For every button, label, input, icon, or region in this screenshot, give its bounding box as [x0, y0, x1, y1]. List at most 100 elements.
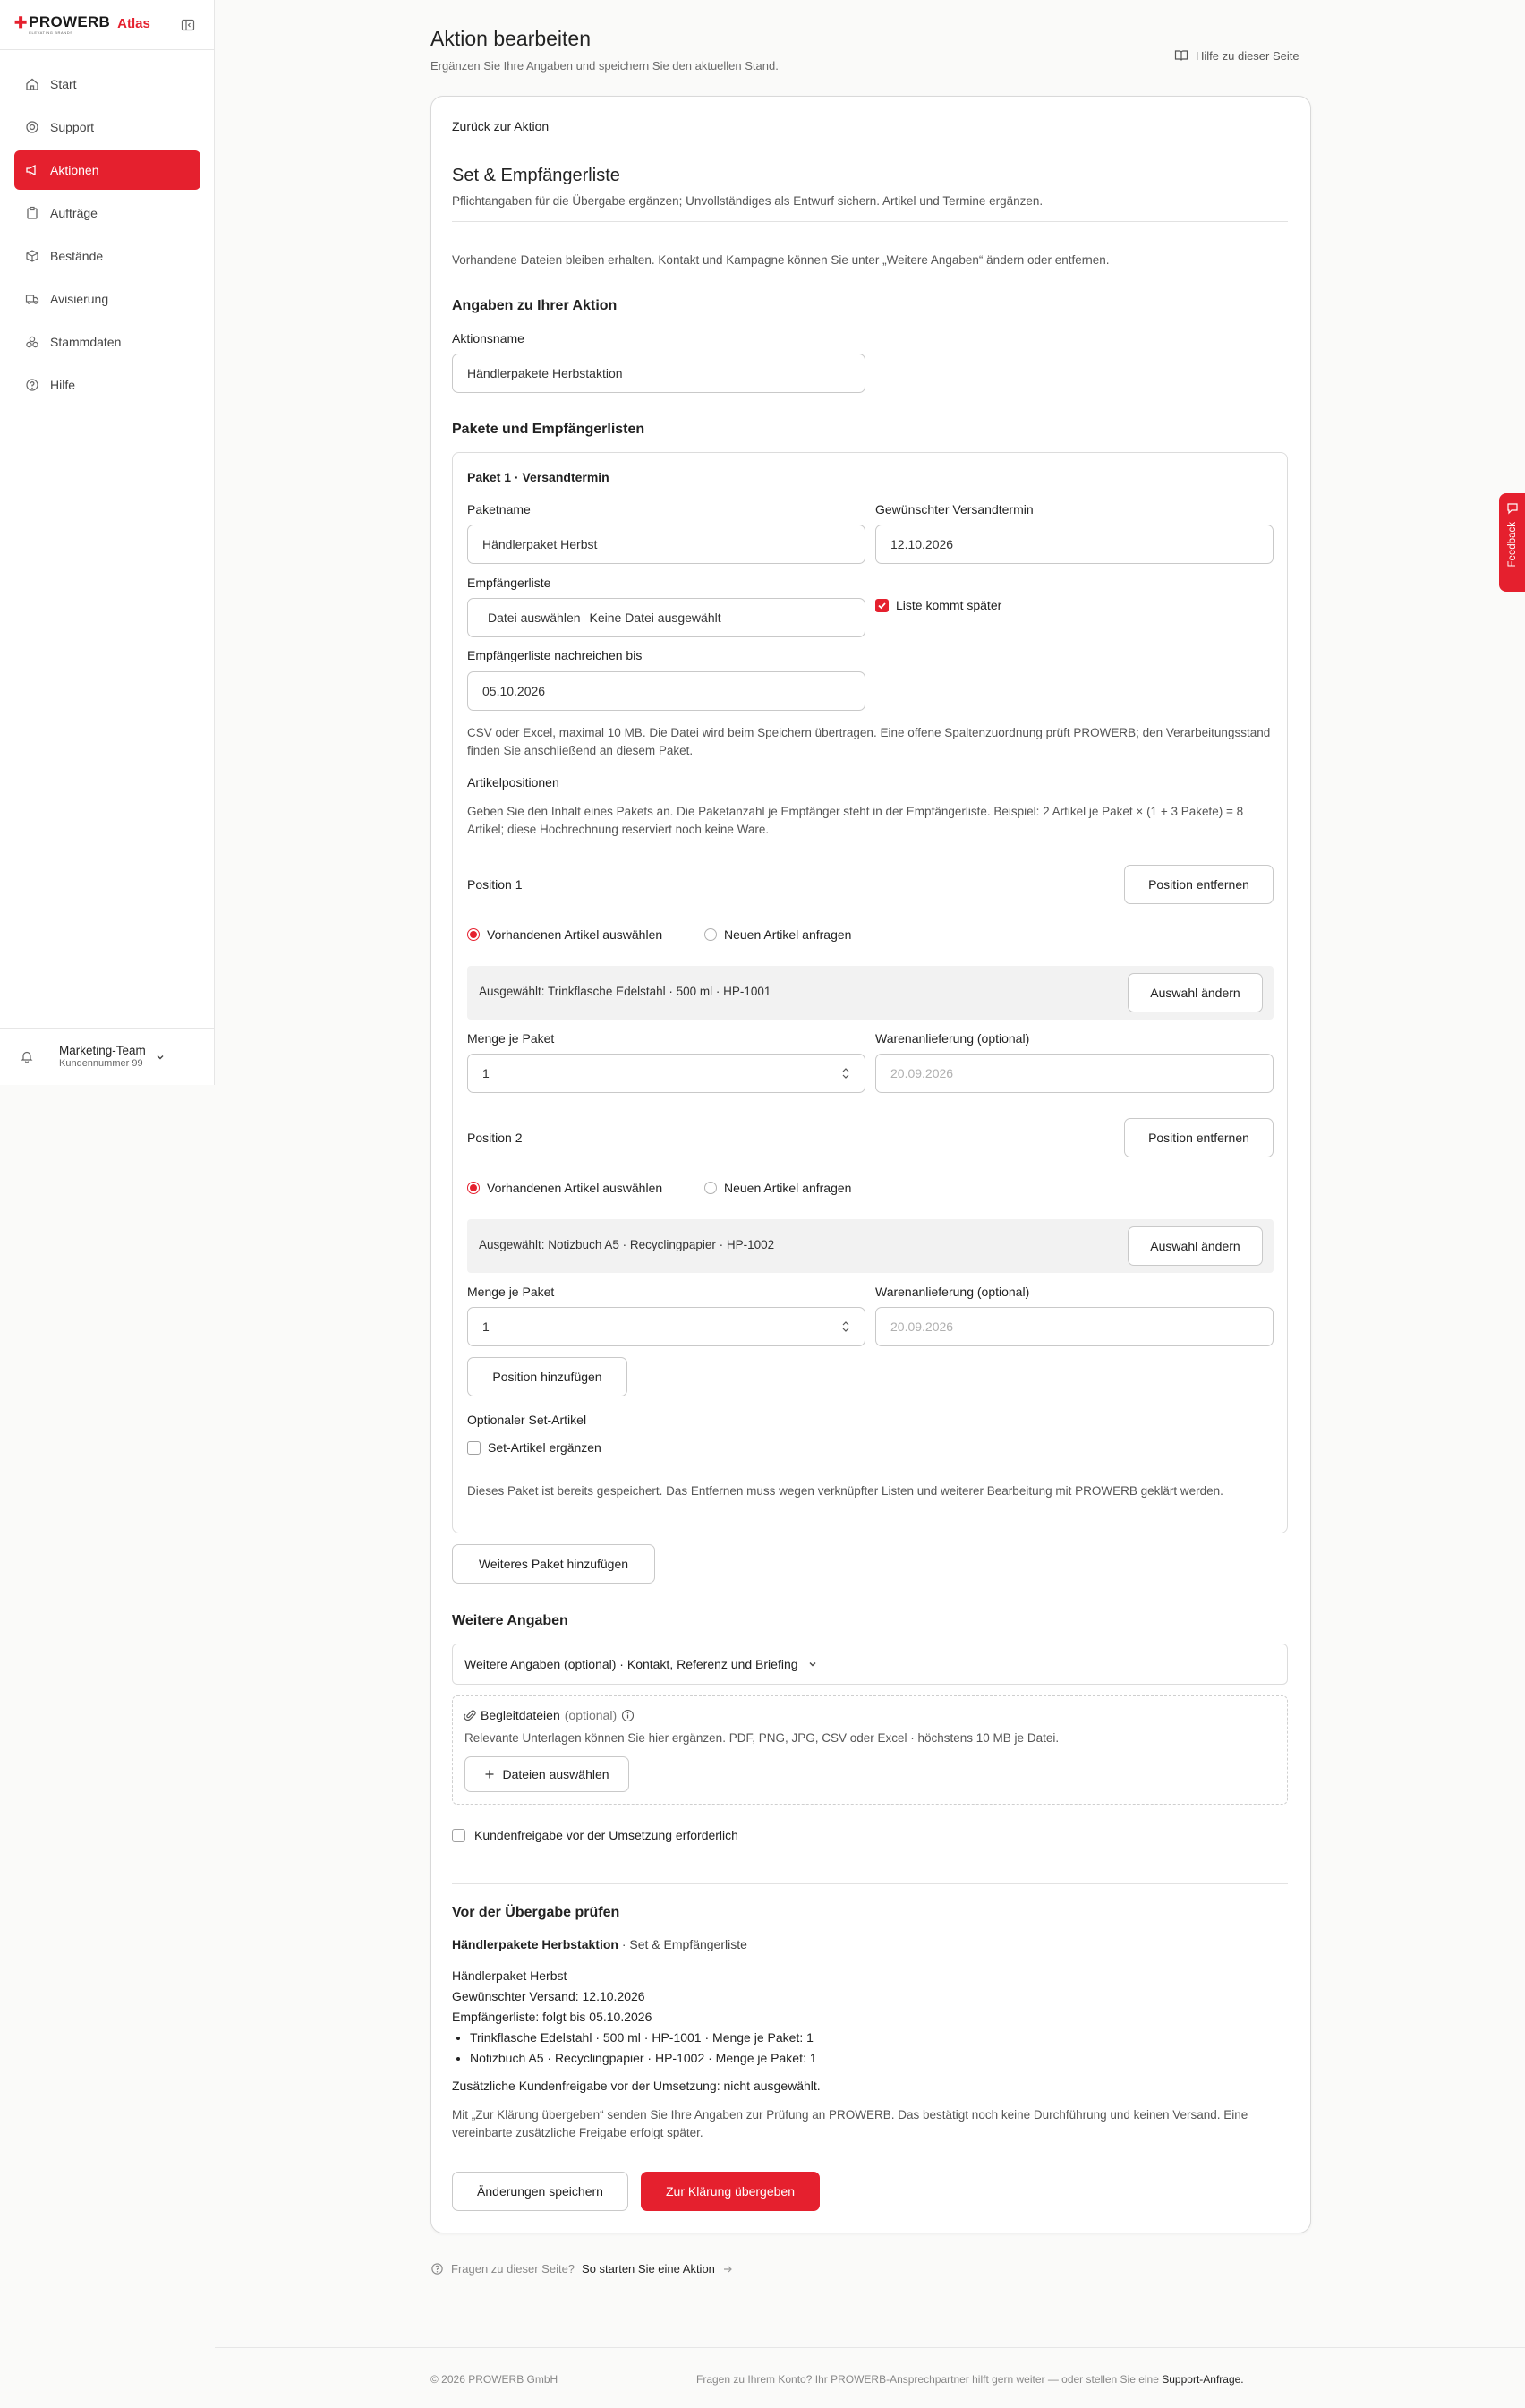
sidebar-item-aktionen[interactable]: Aktionen [14, 150, 200, 190]
shipping-date-input[interactable]: 12.10.2026 [875, 525, 1274, 564]
help-link[interactable]: Hilfe zu dieser Seite [1174, 48, 1299, 63]
recipients-file-input[interactable]: Datei auswählen Keine Datei ausgewählt [467, 598, 865, 637]
account-switcher[interactable]: Marketing-Team Kundennummer 99 [59, 1044, 166, 1070]
back-link[interactable]: Zurück zur Aktion [452, 119, 549, 133]
info-icon[interactable] [621, 1709, 635, 1722]
radio-selected-icon [467, 1182, 480, 1194]
bell-icon[interactable] [20, 1049, 34, 1063]
database-icon [25, 335, 39, 349]
support-request-link[interactable]: Support-Anfrage. [1162, 2373, 1243, 2386]
stepper-arrows-icon[interactable] [841, 1320, 850, 1333]
attachments-title-label: Begleitdateien [481, 1708, 560, 1722]
chevron-down-icon [807, 1659, 818, 1669]
copyright: © 2026 PROWERB GmbH [430, 2373, 558, 2386]
review-summary: Händlerpaket Herbst Gewünschter Versand:… [452, 1966, 817, 2069]
sidebar-item-avisierung[interactable]: Avisierung [14, 279, 200, 319]
further-info-dropdown[interactable]: Weitere Angaben (optional) · Kontakt, Re… [452, 1644, 1288, 1685]
remove-position-button[interactable]: Position entfernen [1124, 1118, 1274, 1157]
remove-position-button[interactable]: Position entfernen [1124, 865, 1274, 904]
delivery-date-input[interactable]: 20.09.2026 [875, 1307, 1274, 1346]
list-later-label: Liste kommt später [896, 598, 1002, 612]
save-changes-button[interactable]: Änderungen speichern [452, 2172, 628, 2211]
help-start-link[interactable]: So starten Sie eine Aktion [582, 2262, 715, 2276]
clipboard-icon [25, 206, 39, 220]
radio-new-article[interactable]: Neuen Artikel anfragen [704, 927, 851, 942]
review-item: Trinkflasche Edelstahl · 500 ml · HP-100… [470, 2028, 817, 2048]
qty-value: 1 [482, 1066, 490, 1080]
sidebar-item-label: Aktionen [50, 163, 99, 177]
attachments-optional: (optional) [564, 1708, 618, 1722]
package-name-label: Paketname [467, 502, 531, 517]
review-items: Trinkflasche Edelstahl · 500 ml · HP-100… [452, 2028, 817, 2069]
qty-stepper[interactable]: 1 [467, 1054, 865, 1093]
footer-divider [215, 2347, 1525, 2348]
sidebar-item-label: Start [50, 77, 77, 91]
review-item: Notizbuch A5 · Recyclingpapier · HP-1002… [470, 2048, 817, 2069]
set-article-checkbox[interactable]: Set-Artikel ergänzen [467, 1440, 601, 1455]
qty-stepper[interactable]: 1 [467, 1307, 865, 1346]
add-position-button[interactable]: Position hinzufügen [467, 1357, 627, 1396]
sidebar-item-label: Avisierung [50, 292, 109, 306]
support-icon [25, 120, 39, 134]
set-article-checkbox-label: Set-Artikel ergänzen [488, 1440, 601, 1455]
radio-existing-article[interactable]: Vorhandenen Artikel auswählen [467, 1181, 662, 1195]
collapse-sidebar-icon[interactable] [181, 18, 195, 32]
sidebar-item-hilfe[interactable]: Hilfe [14, 365, 200, 405]
review-shipping: Gewünschter Versand: 12.10.2026 [452, 1989, 645, 2003]
radio-new-article[interactable]: Neuen Artikel anfragen [704, 1181, 851, 1195]
delivery-date-input[interactable]: 20.09.2026 [875, 1054, 1274, 1093]
sidebar-item-label: Hilfe [50, 378, 76, 392]
selected-article: Ausgewählt: Trinkflasche Edelstahl · 500… [479, 985, 771, 998]
review-action: Händlerpakete Herbstaktion · Set & Empfä… [452, 1937, 747, 1951]
action-name-label: Aktionsname [452, 331, 524, 346]
product-name: Atlas [117, 16, 150, 31]
radio-selected-icon [467, 928, 480, 941]
home-icon [25, 77, 39, 91]
sidebar-item-label: Aufträge [50, 206, 98, 220]
sidebar-item-bestaende[interactable]: Bestände [14, 236, 200, 276]
checkbox-checked-icon [875, 598, 889, 612]
divider [0, 1028, 215, 1029]
radio-existing-article[interactable]: Vorhandenen Artikel auswählen [467, 927, 662, 942]
page-help-footer: Fragen zu dieser Seite? So starten Sie e… [430, 2262, 733, 2276]
sidebar-item-support[interactable]: Support [14, 107, 200, 147]
add-package-button[interactable]: Weiteres Paket hinzufügen [452, 1544, 655, 1584]
help-icon [25, 378, 39, 392]
sidebar-item-stammdaten[interactable]: Stammdaten [14, 322, 200, 362]
chevron-down-icon [155, 1052, 166, 1063]
change-selection-button[interactable]: Auswahl ändern [1128, 1226, 1263, 1266]
submit-for-review-button[interactable]: Zur Klärung übergeben [641, 2172, 820, 2211]
file-select-button[interactable]: Datei auswählen [488, 611, 581, 625]
shipping-date-label: Gewünschter Versandtermin [875, 502, 1034, 517]
book-icon [1174, 48, 1188, 63]
package-name-input[interactable]: Händlerpaket Herbst [467, 525, 865, 564]
customer-approval-checkbox[interactable]: Kundenfreigabe vor der Umsetzung erforde… [452, 1828, 738, 1842]
sidebar: ✚ PROWERB ELEVATING BRANDS Atlas Start S… [0, 0, 215, 1085]
sidebar-item-label: Support [50, 120, 95, 134]
list-later-checkbox[interactable]: Liste kommt später [875, 598, 1001, 612]
file-hint: CSV oder Excel, maximal 10 MB. Die Datei… [467, 726, 1271, 757]
logo-text: PROWERB [29, 13, 111, 30]
paperclip-icon [464, 1709, 476, 1721]
help-icon [430, 2262, 444, 2276]
change-selection-button[interactable]: Auswahl ändern [1128, 973, 1263, 1012]
items-hint: Geben Sie den Inhalt eines Pakets an. Di… [467, 805, 1244, 836]
select-files-label: Dateien auswählen [502, 1767, 609, 1781]
sidebar-item-label: Stammdaten [50, 335, 122, 349]
stepper-arrows-icon[interactable] [841, 1067, 850, 1080]
saved-hint: Dieses Paket ist bereits gespeichert. Da… [467, 1484, 1223, 1498]
attachments-hint: Relevante Unterlagen können Sie hier erg… [464, 1731, 1060, 1745]
footer-help: Fragen zu Ihrem Konto? Ihr PROWERB-Anspr… [696, 2373, 1244, 2386]
feedback-tab[interactable]: Feedback [1499, 493, 1525, 592]
sidebar-item-auftraege[interactable]: Aufträge [14, 193, 200, 233]
deadline-input[interactable]: 05.10.2026 [467, 671, 865, 711]
action-name-input[interactable]: Händlerpakete Herbstaktion [452, 354, 865, 393]
select-files-button[interactable]: Dateien auswählen [464, 1756, 629, 1792]
radio-unselected-icon [704, 928, 717, 941]
logo[interactable]: ✚ PROWERB ELEVATING BRANDS Atlas [14, 13, 150, 36]
customer-number: Kundennummer 99 [59, 1058, 143, 1069]
card-intro: Pflichtangaben für die Übergabe ergänzen… [452, 194, 1044, 208]
dropdown-label: Weitere Angaben (optional) · Kontakt, Re… [464, 1657, 798, 1671]
sidebar-item-start[interactable]: Start [14, 64, 200, 104]
radio-unselected-icon [704, 1182, 717, 1194]
